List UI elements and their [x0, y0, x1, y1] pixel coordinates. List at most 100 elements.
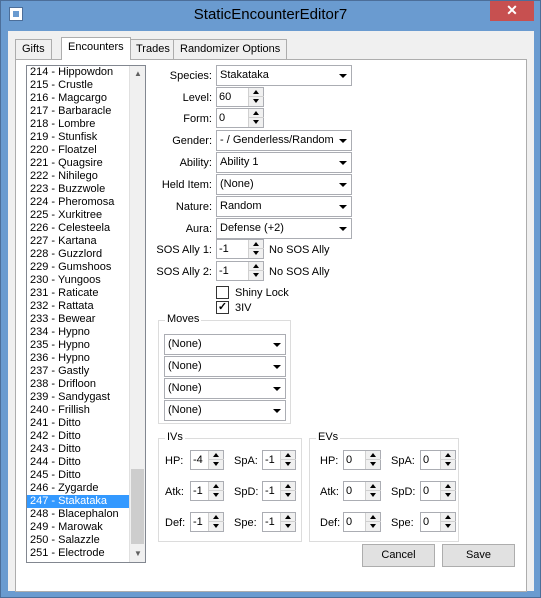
list-item[interactable]: 225 - Xurkitree	[27, 209, 130, 222]
spin-down-icon[interactable]	[441, 491, 456, 500]
list-item[interactable]: 250 - Salazzle	[27, 534, 130, 547]
ev-def-stepper[interactable]: 0	[343, 512, 381, 532]
spin-up-icon[interactable]	[441, 482, 456, 491]
held-item-select[interactable]: (None)	[216, 174, 352, 195]
spin-down-icon[interactable]	[366, 522, 381, 531]
list-item[interactable]: 218 - Lombre	[27, 118, 130, 131]
spin-down-icon[interactable]	[209, 522, 224, 531]
ev-atk-stepper[interactable]: 0	[343, 481, 381, 501]
iv-spe-stepper[interactable]: -1	[262, 512, 296, 532]
list-item[interactable]: 241 - Ditto	[27, 417, 130, 430]
level-stepper[interactable]: 60	[216, 87, 264, 107]
spin-up-icon[interactable]	[366, 482, 381, 491]
ev-spa-stepper[interactable]: 0	[420, 450, 456, 470]
list-item[interactable]: 227 - Kartana	[27, 235, 130, 248]
spin-down-icon[interactable]	[366, 491, 381, 500]
spin-down-icon[interactable]	[249, 249, 264, 258]
list-item[interactable]: 224 - Pheromosa	[27, 196, 130, 209]
list-item[interactable]: 223 - Buzzwole	[27, 183, 130, 196]
list-item[interactable]: 239 - Sandygast	[27, 391, 130, 404]
spin-down-icon[interactable]	[281, 460, 296, 469]
close-button[interactable]: ✕	[490, 1, 534, 21]
spin-up-icon[interactable]	[281, 482, 296, 491]
list-item[interactable]: 230 - Yungoos	[27, 274, 130, 287]
list-item[interactable]: 220 - Floatzel	[27, 144, 130, 157]
move-2-select[interactable]: (None)	[164, 356, 286, 377]
list-item[interactable]: 232 - Rattata	[27, 300, 130, 313]
list-item[interactable]: 217 - Barbaracle	[27, 105, 130, 118]
list-item[interactable]: 247 - Stakataka	[27, 495, 130, 508]
cancel-button[interactable]: Cancel	[362, 544, 435, 567]
encounter-listbox[interactable]: 214 - Hippowdon 215 - Crustle 216 - Magcar…	[26, 65, 146, 563]
spin-down-icon[interactable]	[441, 522, 456, 531]
spin-up-icon[interactable]	[281, 513, 296, 522]
list-item[interactable]: 240 - Frillish	[27, 404, 130, 417]
spin-down-icon[interactable]	[366, 460, 381, 469]
ev-spd-stepper[interactable]: 0	[420, 481, 456, 501]
nature-select[interactable]: Random	[216, 196, 352, 217]
spin-up-icon[interactable]	[249, 262, 264, 271]
aura-select[interactable]: Defense (+2)	[216, 218, 352, 239]
species-select[interactable]: Stakataka	[216, 65, 352, 86]
move-3-select[interactable]: (None)	[164, 378, 286, 399]
spin-up-icon[interactable]	[441, 513, 456, 522]
iv-def-stepper[interactable]: -1	[190, 512, 224, 532]
list-item[interactable]: 242 - Ditto	[27, 430, 130, 443]
iv-spa-stepper[interactable]: -1	[262, 450, 296, 470]
iv-spd-stepper[interactable]: -1	[262, 481, 296, 501]
list-item[interactable]: 238 - Drifloon	[27, 378, 130, 391]
list-item[interactable]: 226 - Celesteela	[27, 222, 130, 235]
list-item[interactable]: 228 - Guzzlord	[27, 248, 130, 261]
list-item[interactable]: 243 - Ditto	[27, 443, 130, 456]
spin-down-icon[interactable]	[281, 522, 296, 531]
list-item[interactable]: 229 - Gumshoos	[27, 261, 130, 274]
tab-randomizer-options[interactable]: Randomizer Options	[173, 39, 288, 59]
spin-down-icon[interactable]	[441, 460, 456, 469]
tab-trades[interactable]: Trades	[129, 39, 177, 59]
list-item[interactable]: 234 - Hypno	[27, 326, 130, 339]
list-item[interactable]: 221 - Quagsire	[27, 157, 130, 170]
spin-up-icon[interactable]	[209, 482, 224, 491]
spin-down-icon[interactable]	[249, 271, 264, 280]
list-item[interactable]: 236 - Hypno	[27, 352, 130, 365]
list-item[interactable]: 215 - Crustle	[27, 79, 130, 92]
list-item[interactable]: 219 - Stunfisk	[27, 131, 130, 144]
list-item[interactable]: 249 - Marowak	[27, 521, 130, 534]
list-item[interactable]: 222 - Nihilego	[27, 170, 130, 183]
ev-spe-stepper[interactable]: 0	[420, 512, 456, 532]
spin-up-icon[interactable]	[366, 513, 381, 522]
spin-down-icon[interactable]	[209, 460, 224, 469]
spin-up-icon[interactable]	[249, 109, 264, 118]
list-scrollbar[interactable]: ▲ ▼	[129, 66, 145, 562]
iv-hp-stepper[interactable]: -4	[190, 450, 224, 470]
spin-down-icon[interactable]	[249, 118, 264, 127]
list-item[interactable]: 235 - Hypno	[27, 339, 130, 352]
title-bar[interactable]: StaticEncounterEditor7 ✕	[1, 1, 540, 30]
spin-down-icon[interactable]	[209, 491, 224, 500]
spin-up-icon[interactable]	[209, 513, 224, 522]
tab-gifts[interactable]: Gifts	[15, 39, 52, 59]
list-item[interactable]: 237 - Gastly	[27, 365, 130, 378]
list-item[interactable]: 216 - Magcargo	[27, 92, 130, 105]
list-item[interactable]: 246 - Zygarde	[27, 482, 130, 495]
shiny-lock-checkbox[interactable]	[216, 286, 229, 299]
move-1-select[interactable]: (None)	[164, 334, 286, 355]
spin-up-icon[interactable]	[209, 451, 224, 460]
list-item[interactable]: 214 - Hippowdon	[27, 66, 130, 79]
form-stepper[interactable]: 0	[216, 108, 264, 128]
move-4-select[interactable]: (None)	[164, 400, 286, 421]
sos-ally-2-stepper[interactable]: -1	[216, 261, 264, 281]
list-item[interactable]: 248 - Blacephalon	[27, 508, 130, 521]
list-item[interactable]: 251 - Electrode	[27, 547, 130, 560]
spin-up-icon[interactable]	[441, 451, 456, 460]
ability-select[interactable]: Ability 1	[216, 152, 352, 173]
ev-hp-stepper[interactable]: 0	[343, 450, 381, 470]
3iv-checkbox[interactable]: ✓	[216, 301, 229, 314]
scroll-down-icon[interactable]: ▼	[130, 546, 145, 562]
list-item[interactable]: 231 - Raticate	[27, 287, 130, 300]
spin-up-icon[interactable]	[366, 451, 381, 460]
list-item[interactable]: 245 - Ditto	[27, 469, 130, 482]
spin-down-icon[interactable]	[249, 97, 264, 106]
save-button[interactable]: Save	[442, 544, 515, 567]
gender-select[interactable]: - / Genderless/Random	[216, 130, 352, 151]
